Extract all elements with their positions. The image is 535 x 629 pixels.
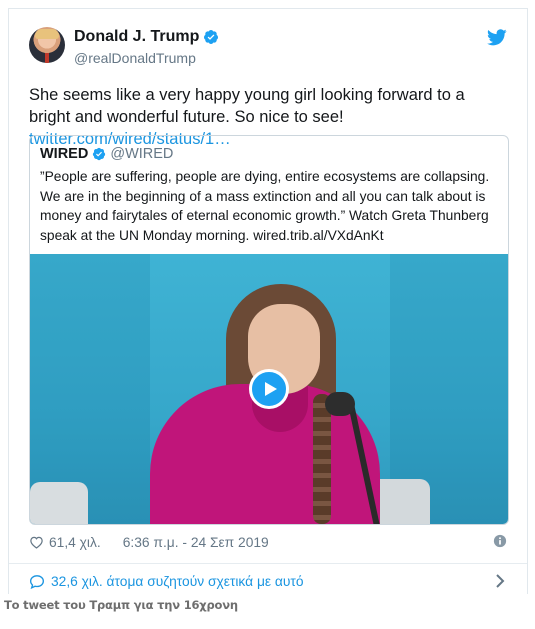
microphone — [325, 392, 355, 416]
quoted-tweet[interactable]: WIRED @WIRED ”People are suffering, peop… — [29, 135, 509, 525]
info-icon[interactable] — [493, 534, 507, 548]
verified-badge-icon — [204, 30, 219, 44]
verified-badge-icon — [93, 147, 106, 161]
video-player[interactable] — [30, 254, 508, 524]
conversation-text[interactable]: 32,6 χιλ. άτομα συζητούν σχετικά με αυτό — [51, 574, 304, 589]
divider — [9, 563, 527, 564]
speaker-braid — [313, 394, 331, 524]
tweet-card: Donald J. Trump @realDonaldTrump She see… — [8, 8, 528, 594]
twitter-bird-icon[interactable] — [487, 29, 507, 46]
play-button[interactable] — [249, 369, 289, 409]
tweet-timestamp[interactable]: 6:36 π.μ. - 24 Σεπ 2019 — [123, 535, 269, 550]
speech-bubble-icon — [29, 574, 45, 589]
image-caption: Το tweet του Τραμπ για την 16χρονη — [4, 598, 238, 612]
quoted-tweet-header: WIRED @WIRED — [40, 146, 173, 162]
tweet-body: She seems like a very happy young girl l… — [29, 86, 465, 126]
author-name-row[interactable]: Donald J. Trump — [74, 28, 219, 46]
conversation-link[interactable]: 32,6 χιλ. άτομα συζητούν σχετικά με αυτό — [29, 570, 509, 592]
author-display-name[interactable]: Donald J. Trump — [74, 28, 199, 46]
avatar[interactable] — [29, 27, 65, 63]
tweet-header: Donald J. Trump @realDonaldTrump — [9, 9, 527, 79]
quoted-tweet-text: ”People are suffering, people are dying,… — [40, 169, 490, 243]
author-handle[interactable]: @realDonaldTrump — [74, 50, 196, 66]
heart-icon[interactable] — [29, 535, 44, 549]
tweet-meta: 61,4 χιλ. 6:36 π.μ. - 24 Σεπ 2019 — [29, 532, 509, 552]
like-count[interactable]: 61,4 χιλ. — [49, 535, 101, 550]
chair-back — [30, 482, 88, 524]
avatar-hair — [35, 29, 59, 39]
play-icon — [265, 382, 277, 396]
quoted-author-handle[interactable]: @WIRED — [110, 146, 173, 162]
avatar-tie — [45, 53, 49, 63]
chevron-right-icon[interactable] — [495, 574, 505, 588]
quoted-author-name[interactable]: WIRED — [40, 146, 88, 162]
